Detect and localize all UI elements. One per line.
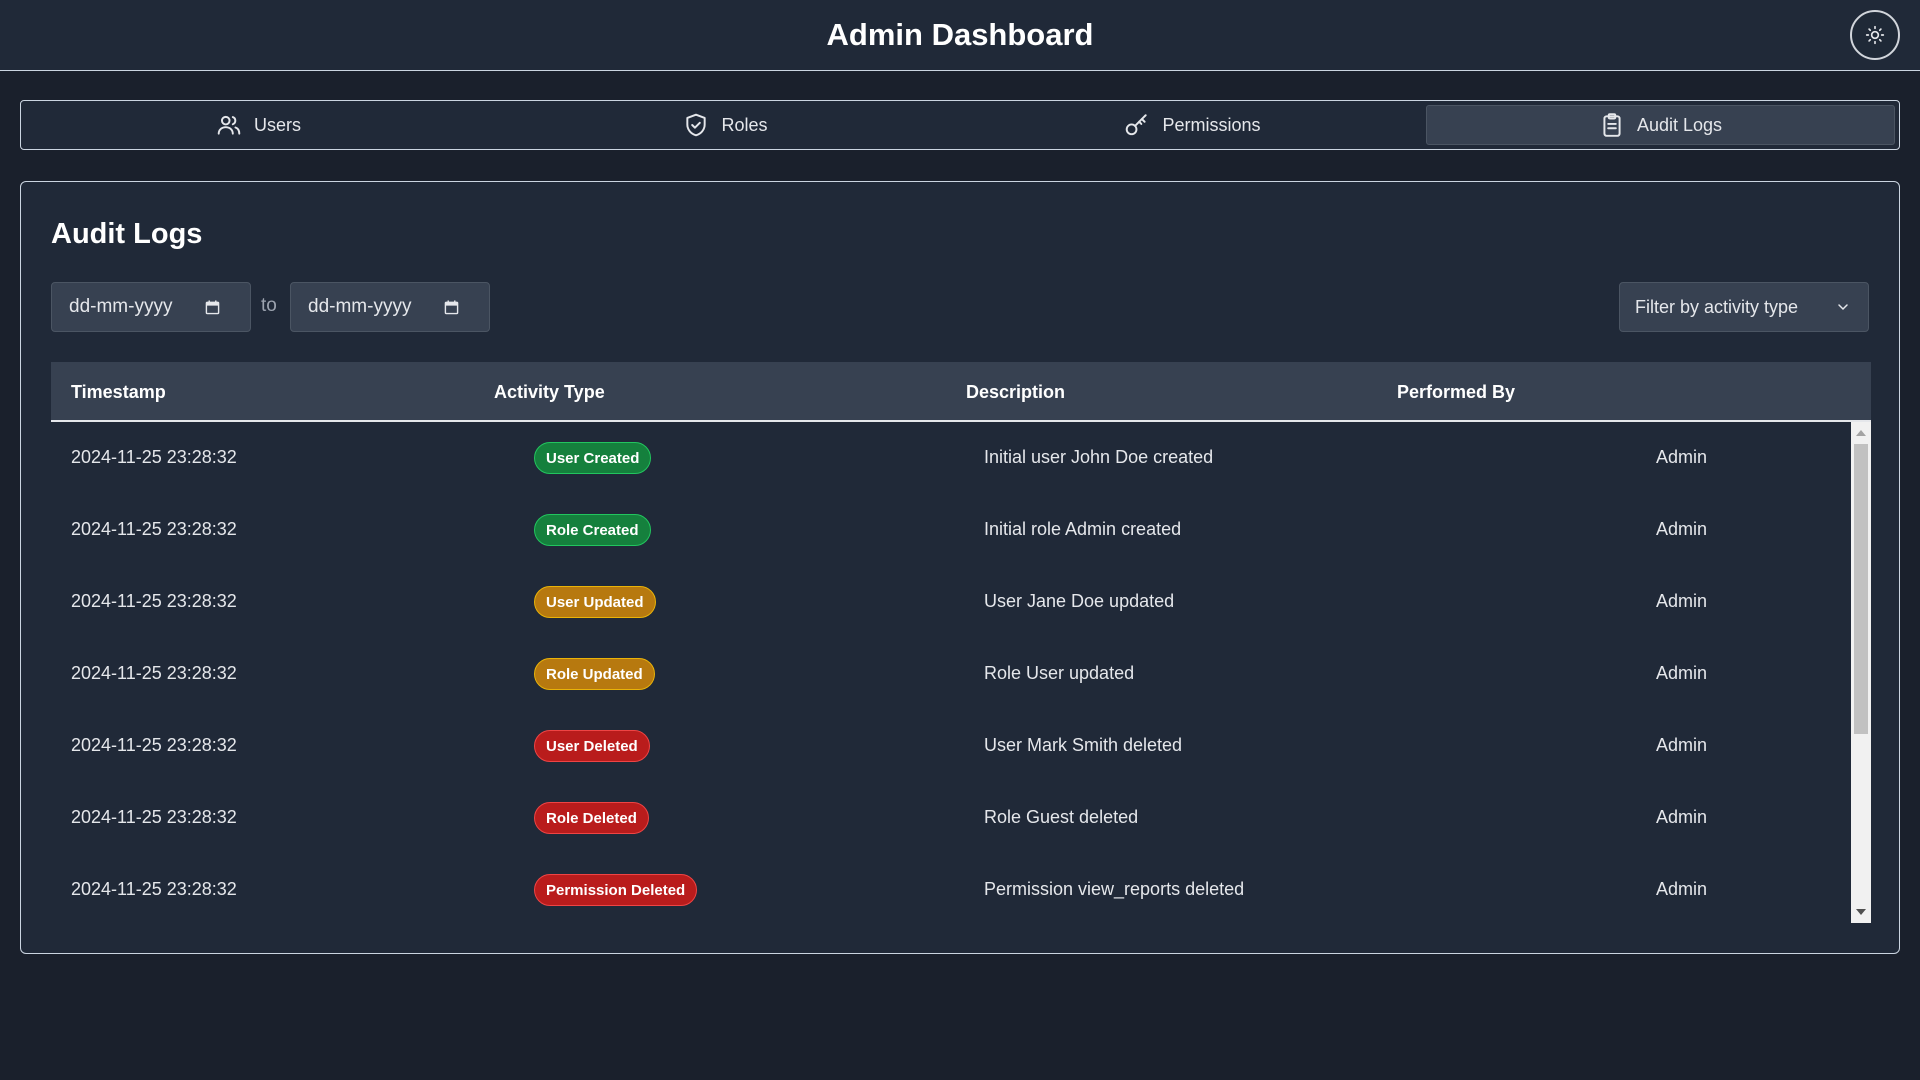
cell-performed-by: Admin <box>1656 447 1708 467</box>
cell-performed-by: Admin <box>1656 735 1708 755</box>
tab-roles-label: Roles <box>721 114 768 135</box>
activity-type-badge: Role Updated <box>534 658 655 690</box>
scroll-down-arrow-icon[interactable] <box>1856 909 1866 915</box>
column-header-activity-type: Activity Type <box>494 382 605 402</box>
column-header-timestamp: Timestamp <box>71 382 166 402</box>
cell-description: User Mark Smith deleted <box>984 735 1183 755</box>
column-header-performed-by: Performed By <box>1397 382 1516 402</box>
cell-performed-by: Admin <box>1656 591 1708 611</box>
key-icon <box>1126 114 1148 136</box>
cell-performed-by: Admin <box>1656 807 1708 827</box>
sun-icon <box>1865 25 1885 45</box>
table-row: 2024-11-25 23:28:32 Role Updated Role Us… <box>51 638 1851 710</box>
activity-type-badge: User Updated <box>534 586 656 618</box>
tab-audit-logs-label: Audit Logs <box>1636 114 1723 135</box>
activity-type-badge: User Created <box>534 442 652 474</box>
column-header-description: Description <box>966 382 1066 402</box>
activity-type-badge: Role Created <box>534 514 651 546</box>
cell-timestamp: 2024-11-25 23:28:32 <box>71 807 237 827</box>
cell-timestamp: 2024-11-25 23:28:32 <box>71 447 237 467</box>
date-from-input[interactable]: dd-mm-yyyy <box>51 282 251 332</box>
cell-description: Initial user John Doe created <box>984 447 1214 467</box>
calendar-icon[interactable] <box>205 299 220 315</box>
tab-audit-logs[interactable]: Audit Logs <box>1426 105 1895 145</box>
cell-description: Initial role Admin created <box>984 519 1182 539</box>
activity-type-badge: Permission Deleted <box>534 874 698 906</box>
table-scrollbar[interactable] <box>1851 422 1871 923</box>
shield-icon <box>686 113 707 137</box>
table-row: 2024-11-25 23:28:32 Role Deleted Role Gu… <box>51 782 1851 854</box>
tab-permissions-label: Permissions <box>1162 114 1261 135</box>
cell-timestamp: 2024-11-25 23:28:32 <box>71 591 237 611</box>
table-row: 2024-11-25 23:28:32 User Created Initial… <box>51 422 1851 494</box>
cell-timestamp: 2024-11-25 23:28:32 <box>71 879 237 899</box>
cell-timestamp: 2024-11-25 23:28:32 <box>71 663 237 683</box>
scroll-thumb[interactable] <box>1854 444 1868 734</box>
date-range-separator: to <box>261 295 277 316</box>
cell-performed-by: Admin <box>1656 879 1708 899</box>
app-header: Admin Dashboard <box>0 0 1920 71</box>
activity-type-filter[interactable]: Filter by activity type <box>1619 282 1869 332</box>
cell-description: User Jane Doe updated <box>984 591 1175 611</box>
cell-timestamp: 2024-11-25 23:28:32 <box>71 519 237 539</box>
table-row: 2024-11-25 23:28:32 Permission Deleted P… <box>51 854 1851 923</box>
tab-roles[interactable]: Roles <box>492 105 959 145</box>
tab-users-label: Users <box>253 114 301 135</box>
page-title: Admin Dashboard <box>826 17 1094 52</box>
date-to-placeholder: dd-mm-yyyy <box>308 296 412 317</box>
table-header: Timestamp Activity Type Description Perf… <box>51 362 1871 422</box>
tab-permissions[interactable]: Permissions <box>959 105 1426 145</box>
cell-performed-by: Admin <box>1656 519 1708 539</box>
cell-description: Role Guest deleted <box>984 807 1139 827</box>
table-row: 2024-11-25 23:28:32 Role Created Initial… <box>51 494 1851 566</box>
activity-type-badge: User Deleted <box>534 730 650 762</box>
tab-bar: Users Roles Permissions Audit Logs <box>20 100 1900 150</box>
scroll-up-arrow-icon[interactable] <box>1856 430 1866 436</box>
tab-users[interactable]: Users <box>25 105 492 145</box>
clipboard-icon <box>1603 113 1621 137</box>
table-row: 2024-11-25 23:28:32 User Deleted User Ma… <box>51 710 1851 782</box>
activity-type-filter-placeholder: Filter by activity type <box>1635 296 1799 317</box>
calendar-icon[interactable] <box>444 299 459 315</box>
cell-timestamp: 2024-11-25 23:28:32 <box>71 735 237 755</box>
cell-description: Role User updated <box>984 663 1135 683</box>
cell-description: Permission view_reports deleted <box>984 879 1245 899</box>
chevron-down-icon <box>1838 304 1848 311</box>
audit-logs-panel: Audit Logs dd-mm-yyyy to dd-mm-yyyy Filt… <box>20 181 1900 954</box>
date-from-placeholder: dd-mm-yyyy <box>69 296 173 317</box>
cell-performed-by: Admin <box>1656 663 1708 683</box>
table-row: 2024-11-25 23:28:32 User Updated User Ja… <box>51 566 1851 638</box>
table-body: 2024-11-25 23:28:32 User Created Initial… <box>51 422 1871 923</box>
date-to-input[interactable]: dd-mm-yyyy <box>290 282 490 332</box>
users-icon <box>217 115 241 135</box>
audit-logs-table: Timestamp Activity Type Description Perf… <box>51 362 1871 923</box>
audit-logs-title: Audit Logs <box>51 218 203 250</box>
theme-toggle-button[interactable] <box>1850 10 1900 60</box>
activity-type-badge: Role Deleted <box>534 802 649 834</box>
